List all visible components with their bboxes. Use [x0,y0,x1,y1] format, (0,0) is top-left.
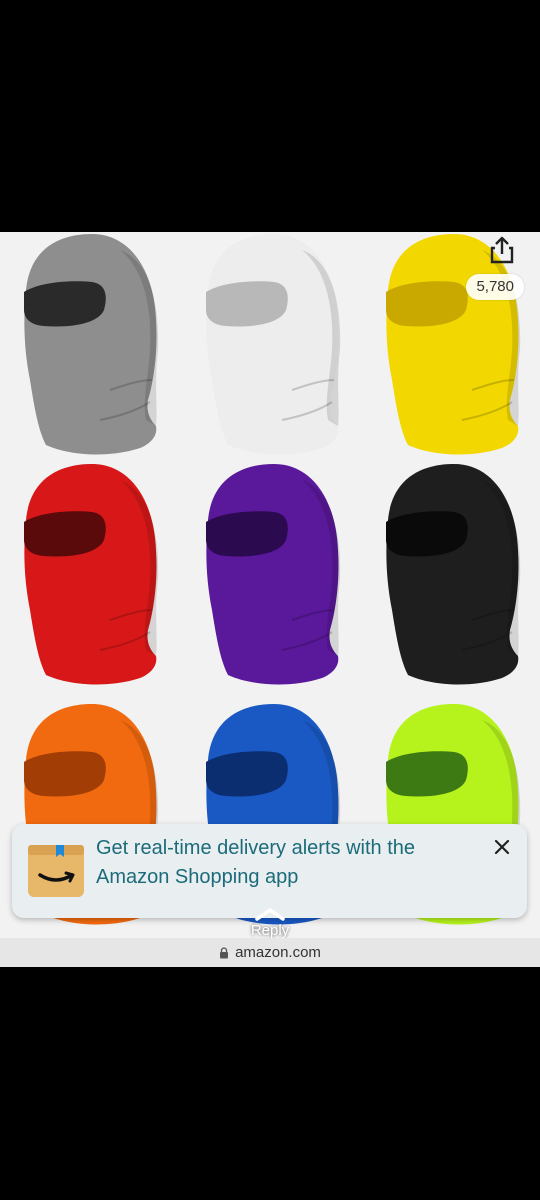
mask-black [362,460,540,695]
mask-purple [182,460,362,695]
mask-purple-graphic [206,464,341,685]
screenshot-content: 5,780 Get real-time delivery alerts with… [0,232,540,967]
lock-icon [220,946,229,958]
banner-close-button[interactable] [487,832,517,862]
close-icon [494,839,510,855]
chevron-up-icon [255,908,285,921]
mask-gray [0,232,180,465]
share-button[interactable] [482,232,522,270]
url-domain: amazon.com [235,944,321,961]
mask-gray-graphic [24,234,159,455]
reaction-count: 5,780 [466,274,524,300]
mask-white [182,232,362,465]
amazon-app-icon [28,845,84,897]
share-icon [490,236,514,264]
banner-message: Get real-time delivery alerts with the A… [96,837,416,888]
mask-red [0,460,180,695]
mask-black-graphic [386,464,521,685]
reply-button[interactable]: Reply [0,906,540,939]
reply-label: Reply [250,922,290,939]
mask-red-graphic [24,464,159,685]
url-bar[interactable]: amazon.com [0,938,540,967]
app-promo-banner[interactable]: Get real-time delivery alerts with the A… [12,824,527,918]
mask-white-graphic [206,234,341,455]
